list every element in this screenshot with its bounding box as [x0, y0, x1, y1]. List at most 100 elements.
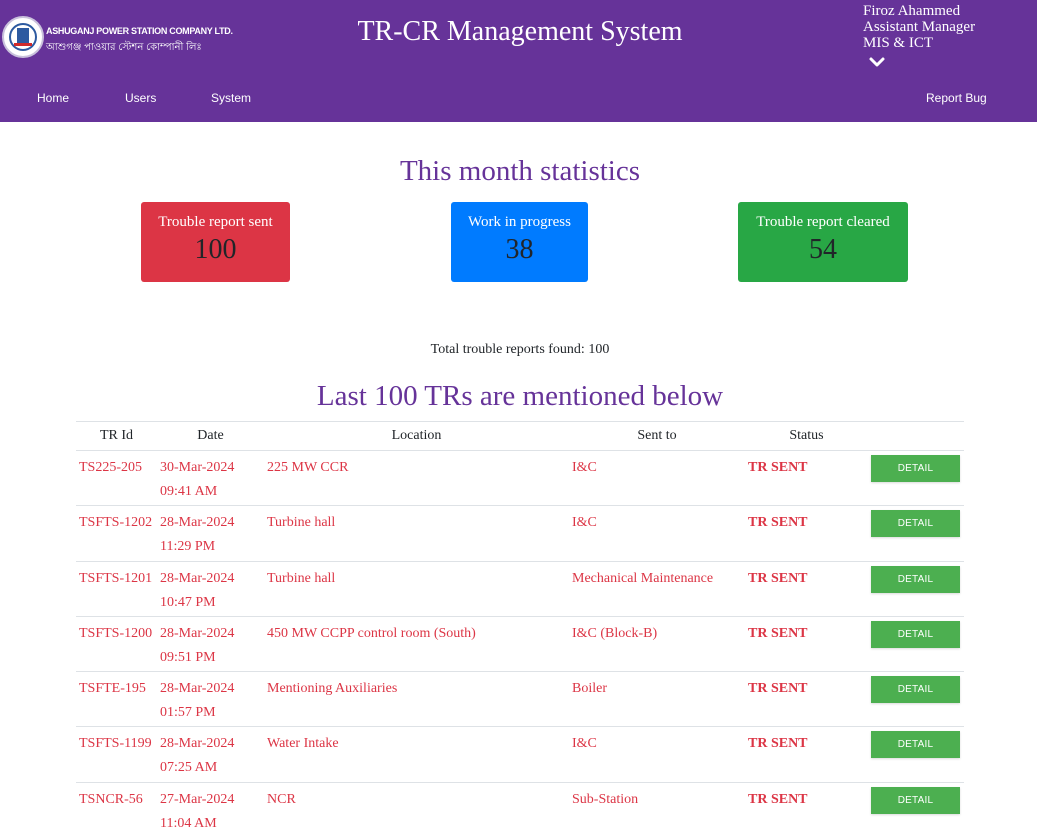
- cell-tr-id: TSFTS-1200: [76, 616, 157, 673]
- cell-date-day: 28-Mar-2024: [160, 570, 235, 586]
- cell-tr-id: TSFTS-1201: [76, 561, 157, 617]
- cell-date-time: 09:51 PM: [160, 649, 216, 665]
- table-row: TSFTS-1200 28-Mar-2024 09:51 PM 450 MW CC…: [76, 616, 964, 673]
- cell-action: DETAIL: [868, 616, 964, 673]
- table-row: TSNCR-56 27-Mar-2024 11:04 AM NCR Sub-Sta…: [76, 782, 964, 835]
- cell-date: 28-Mar-2024 07:25 AM: [157, 726, 264, 783]
- company-emblem-icon: [2, 16, 44, 58]
- detail-button[interactable]: DETAIL: [871, 510, 960, 538]
- cell-date-time: 11:29 PM: [160, 539, 216, 555]
- cell-date-day: 30-Mar-2024: [160, 460, 235, 475]
- cell-status: TR SENT: [745, 505, 868, 562]
- cell-date: 28-Mar-2024 01:57 PM: [157, 671, 264, 728]
- cell-sent-to: Sub-Station: [569, 782, 745, 835]
- cell-status: TR SENT: [745, 616, 868, 673]
- cell-location: Turbine hall: [264, 505, 569, 562]
- cell-action: DETAIL: [868, 782, 964, 835]
- stat-card-cleared: Trouble report cleared 54: [738, 202, 908, 282]
- cell-date-time: 01:57 PM: [160, 705, 216, 721]
- cell-date-day: 28-Mar-2024: [160, 515, 235, 531]
- cell-action: DETAIL: [868, 671, 964, 728]
- cell-sent-to: I&C: [569, 505, 745, 562]
- cell-location: 450 MW CCPP control room (South): [264, 616, 569, 673]
- cell-location: Turbine hall: [264, 561, 569, 617]
- nav-home[interactable]: Home: [37, 91, 69, 105]
- cell-action: DETAIL: [868, 726, 964, 783]
- chevron-down-icon[interactable]: [868, 55, 886, 69]
- cell-date-time: 11:04 AM: [160, 815, 217, 831]
- cell-date: 27-Mar-2024 11:04 AM: [157, 782, 264, 835]
- total-reports-text: Total trouble reports found: 100: [430, 342, 610, 357]
- col-header-status: Status: [745, 421, 868, 451]
- cell-tr-id: TSFTS-1199: [76, 726, 157, 783]
- stat-label-in-progress: Work in progress: [468, 214, 571, 230]
- logo-bangla-text: আশুগঞ্জ পাওয়ার স্টেশন কোম্পানী লিঃ: [46, 42, 202, 53]
- nav-system[interactable]: System: [211, 91, 251, 105]
- user-info: Firoz Ahammed Assistant Manager MIS & IC…: [863, 3, 975, 51]
- list-title: Last 100 TRs are mentioned below: [316, 380, 724, 412]
- col-header-action: [868, 421, 964, 451]
- cell-status: TR SENT: [745, 561, 868, 617]
- cell-date-day: 27-Mar-2024: [160, 791, 235, 807]
- header-bar: ASHUGANJ POWER STATION COMPANY LTD. আশুগ…: [0, 0, 1037, 122]
- company-logo[interactable]: ASHUGANJ POWER STATION COMPANY LTD. আশুগ…: [0, 14, 233, 62]
- cell-status: TR SENT: [745, 450, 868, 507]
- cell-action: DETAIL: [868, 561, 964, 617]
- table-row: TS225-205 30-Mar-2024 09:41 AM 225 MW CCR…: [76, 450, 964, 507]
- detail-button[interactable]: DETAIL: [871, 731, 960, 759]
- detail-button[interactable]: DETAIL: [871, 620, 960, 648]
- user-department: MIS & ICT: [863, 35, 934, 51]
- table-row: TSFTS-1199 28-Mar-2024 07:25 AM Water Int…: [76, 726, 964, 783]
- user-designation: Assistant Manager: [863, 19, 976, 35]
- cell-date-time: 09:41 AM: [160, 484, 218, 499]
- cell-sent-to: I&C: [569, 726, 745, 783]
- stat-card-sent: Trouble report sent 100: [141, 202, 290, 282]
- cell-tr-id: TS225-205: [76, 450, 157, 507]
- tr-table: TR Id Date Location Sent to Status TS225…: [76, 421, 964, 835]
- col-header-date: Date: [157, 421, 264, 451]
- detail-button[interactable]: DETAIL: [871, 565, 960, 593]
- cell-location: Mentioning Auxiliaries: [264, 671, 569, 728]
- stats-title: This month statistics: [399, 155, 641, 187]
- cell-tr-id: TSNCR-56: [76, 782, 157, 835]
- cell-location: NCR: [264, 782, 569, 835]
- detail-button[interactable]: DETAIL: [871, 455, 960, 482]
- nav-users[interactable]: Users: [125, 91, 156, 105]
- cell-action: DETAIL: [868, 450, 964, 507]
- cell-date-time: 10:47 PM: [160, 594, 216, 610]
- stat-label-sent: Trouble report sent: [158, 214, 273, 230]
- col-header-sent-to: Sent to: [569, 421, 745, 451]
- col-header-tr-id: TR Id: [76, 421, 157, 451]
- cell-location: 225 MW CCR: [264, 450, 569, 507]
- stat-value-sent: 100: [194, 234, 237, 265]
- cell-sent-to: Boiler: [569, 671, 745, 728]
- table-row: TSFTS-1202 28-Mar-2024 11:29 PM Turbine h…: [76, 505, 964, 562]
- cell-tr-id: TSFTS-1202: [76, 505, 157, 562]
- cell-sent-to: I&C (Block-B): [569, 616, 745, 673]
- cell-date: 28-Mar-2024 10:47 PM: [157, 561, 264, 617]
- cell-date-day: 28-Mar-2024: [160, 736, 235, 752]
- stat-value-in-progress: 38: [505, 234, 534, 265]
- user-name: Firoz Ahammed: [863, 3, 961, 19]
- app-title: TR-CR Management System: [357, 16, 683, 47]
- col-header-location: Location: [264, 421, 569, 451]
- detail-button[interactable]: DETAIL: [871, 786, 960, 814]
- cell-date: 28-Mar-2024 11:29 PM: [157, 505, 264, 562]
- cell-location: Water Intake: [264, 726, 569, 783]
- stat-label-cleared: Trouble report cleared: [756, 214, 890, 230]
- detail-button[interactable]: DETAIL: [871, 676, 960, 704]
- stat-value-cleared: 54: [809, 234, 837, 265]
- table-row: TSFTS-1201 28-Mar-2024 10:47 PM Turbine h…: [76, 561, 964, 617]
- stat-card-in-progress: Work in progress 38: [451, 202, 588, 282]
- cell-sent-to: Mechanical Maintenance: [569, 561, 745, 617]
- cell-action: DETAIL: [868, 505, 964, 562]
- logo-english-text: ASHUGANJ POWER STATION COMPANY LTD.: [46, 26, 233, 36]
- cell-date-day: 28-Mar-2024: [160, 681, 235, 697]
- cell-tr-id: TSFTE-195: [76, 671, 157, 728]
- cell-date-time: 07:25 AM: [160, 760, 218, 776]
- nav-report-bug[interactable]: Report Bug: [926, 91, 987, 105]
- table-row: TSFTE-195 28-Mar-2024 01:57 PM Mentioning…: [76, 671, 964, 728]
- cell-date-day: 28-Mar-2024: [160, 625, 235, 641]
- cell-date: 30-Mar-2024 09:41 AM: [157, 450, 264, 507]
- table-header-row: TR Id Date Location Sent to Status: [76, 421, 964, 451]
